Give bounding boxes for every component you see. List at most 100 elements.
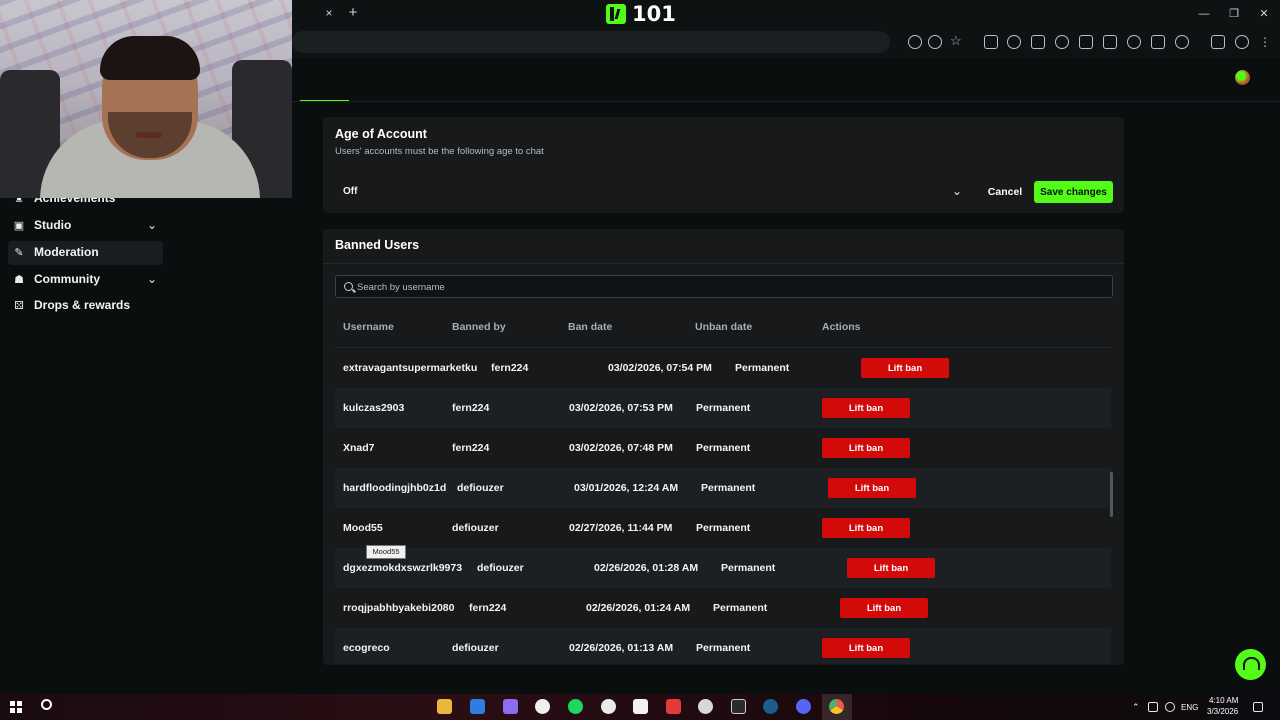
minimize-icon[interactable]: — (1196, 6, 1212, 22)
row-username[interactable]: hardfloodingjhb0z1d (343, 482, 446, 494)
store-icon[interactable] (470, 699, 485, 714)
row-unban-date: Permanent (721, 562, 776, 574)
webcam-person-hair (100, 36, 200, 80)
lift-ban-button[interactable]: Lift ban (861, 358, 949, 378)
row-username[interactable]: rroqjpabhbyakebi2080 (343, 602, 454, 614)
people-icon: ☗ (14, 274, 24, 286)
file-explorer-icon[interactable] (437, 699, 452, 714)
card-icon[interactable] (1031, 35, 1045, 49)
lift-ban-button[interactable]: Lift ban (822, 518, 910, 538)
sidebar-item-moderation[interactable]: ✎ Moderation (8, 241, 163, 265)
lift-ban-button[interactable]: Lift ban (822, 438, 910, 458)
clock-date[interactable]: 3/3/2026 (1207, 707, 1238, 716)
row-username[interactable]: extravagantsupermarketku (343, 362, 477, 374)
row-username[interactable]: dgxezmokdxswzrlk9973 (343, 562, 462, 574)
sidebar-item-drops-rewards[interactable]: ⚄ Drops & rewards (8, 294, 163, 318)
row-ban-date: 03/02/2026, 07:54 PM (608, 362, 712, 374)
steam-icon[interactable] (763, 699, 778, 714)
column-header-ban-date[interactable]: Ban date (568, 321, 612, 333)
age-select-value: Off (343, 186, 358, 197)
maximize-icon[interactable]: ❐ (1226, 6, 1242, 22)
clock-time[interactable]: 4:10 AM (1209, 696, 1238, 705)
close-window-icon[interactable]: ✕ (1256, 6, 1272, 22)
row-username[interactable]: ecogreco (343, 642, 390, 654)
extension-icon[interactable] (984, 35, 998, 49)
discord-icon[interactable] (796, 699, 811, 714)
sidebar-item-community[interactable]: ☗ Community ⌄ (8, 268, 163, 292)
age-of-account-title: Age of Account (335, 127, 427, 141)
grid-icon[interactable] (1151, 35, 1165, 49)
notifications-icon[interactable] (1253, 702, 1263, 712)
lift-ban-button[interactable]: Lift ban (840, 598, 928, 618)
bookmark-star-icon[interactable]: ☆ (950, 34, 964, 48)
active-app-highlight (822, 694, 852, 720)
age-of-account-subtitle: Users' accounts must be the following ag… (335, 146, 544, 157)
obs-icon[interactable] (535, 699, 550, 714)
volume-icon[interactable] (1165, 702, 1175, 712)
translate-icon[interactable] (1103, 35, 1117, 49)
lift-ban-button[interactable]: Lift ban (828, 478, 916, 498)
download-icon[interactable] (1079, 35, 1093, 49)
table-row: dgxezmokdxswzrlk9973 defiouzer 02/26/202… (335, 548, 1111, 588)
row-ban-date: 02/27/2026, 11:44 PM (569, 522, 673, 534)
lift-ban-button[interactable]: Lift ban (822, 398, 910, 418)
row-banned-by: defiouzer (452, 522, 499, 534)
cancel-button[interactable]: Cancel (982, 181, 1028, 203)
row-unban-date: Permanent (735, 362, 790, 374)
row-unban-date: Permanent (696, 402, 751, 414)
column-header-unban-date[interactable]: Unban date (695, 321, 752, 333)
more-icon[interactable]: ⋮ (1259, 35, 1273, 49)
link-icon[interactable] (1175, 35, 1189, 49)
address-bar[interactable] (292, 31, 890, 53)
drops-icon: ⚄ (14, 300, 24, 312)
search-input[interactable] (357, 278, 1097, 296)
age-select[interactable]: Off ⌄ (335, 181, 970, 203)
epic-games-icon[interactable] (731, 699, 746, 714)
sidebar-item-label: Studio (34, 218, 72, 232)
app-icon[interactable] (601, 699, 616, 714)
network-icon[interactable] (1148, 702, 1158, 712)
eye-off-icon[interactable] (908, 35, 922, 49)
row-ban-date: 02/26/2026, 01:13 AM (569, 642, 674, 654)
search-field[interactable] (335, 275, 1113, 298)
search-icon[interactable] (41, 699, 52, 710)
chevron-down-icon[interactable]: ⌄ (145, 218, 159, 232)
row-username[interactable]: kulczas2903 (343, 402, 404, 414)
chevron-down-icon[interactable]: ⌄ (145, 272, 159, 286)
lift-ban-button[interactable]: Lift ban (847, 558, 935, 578)
profile-icon[interactable] (1235, 35, 1249, 49)
row-ban-date: 03/01/2026, 12:24 AM (574, 482, 679, 494)
menu-list-icon[interactable] (1211, 35, 1225, 49)
kick-logo-icon (606, 4, 626, 24)
row-username[interactable]: Mood55 (343, 522, 383, 534)
row-banned-by: defiouzer (452, 642, 499, 654)
user-avatar[interactable] (1235, 70, 1250, 85)
search-icon (344, 282, 353, 291)
game-app-icon[interactable] (503, 699, 518, 714)
support-chat-button[interactable] (1235, 649, 1266, 680)
capcut-icon[interactable] (633, 699, 648, 714)
update-icon[interactable] (1127, 35, 1141, 49)
row-banned-by: defiouzer (477, 562, 524, 574)
spotify-icon[interactable] (568, 699, 583, 714)
key-icon[interactable] (1007, 35, 1021, 49)
row-banned-by: defiouzer (457, 482, 504, 494)
row-unban-date: Permanent (701, 482, 756, 494)
windows-start-icon[interactable] (10, 701, 22, 713)
save-changes-button[interactable]: Save changes (1034, 181, 1113, 203)
new-tab-icon[interactable]: + (346, 4, 360, 22)
app-icon[interactable] (698, 699, 713, 714)
table-scrollbar[interactable] (1110, 472, 1113, 517)
language-indicator[interactable]: ENG (1181, 703, 1198, 712)
history-icon[interactable] (1055, 35, 1069, 49)
sidebar-item-studio[interactable]: ▣ Studio ⌄ (8, 214, 163, 238)
column-header-username[interactable]: Username (343, 321, 394, 333)
window-title: 101 (632, 2, 676, 26)
tracking-icon[interactable] (928, 35, 942, 49)
recorder-icon[interactable] (666, 699, 681, 714)
column-header-banned-by[interactable]: Banned by (452, 321, 506, 333)
row-username[interactable]: Xnad7 (343, 442, 375, 454)
lift-ban-button[interactable]: Lift ban (822, 638, 910, 658)
close-tab-icon[interactable]: × (323, 6, 335, 20)
tray-overflow-icon[interactable]: ⌃ (1132, 702, 1140, 713)
